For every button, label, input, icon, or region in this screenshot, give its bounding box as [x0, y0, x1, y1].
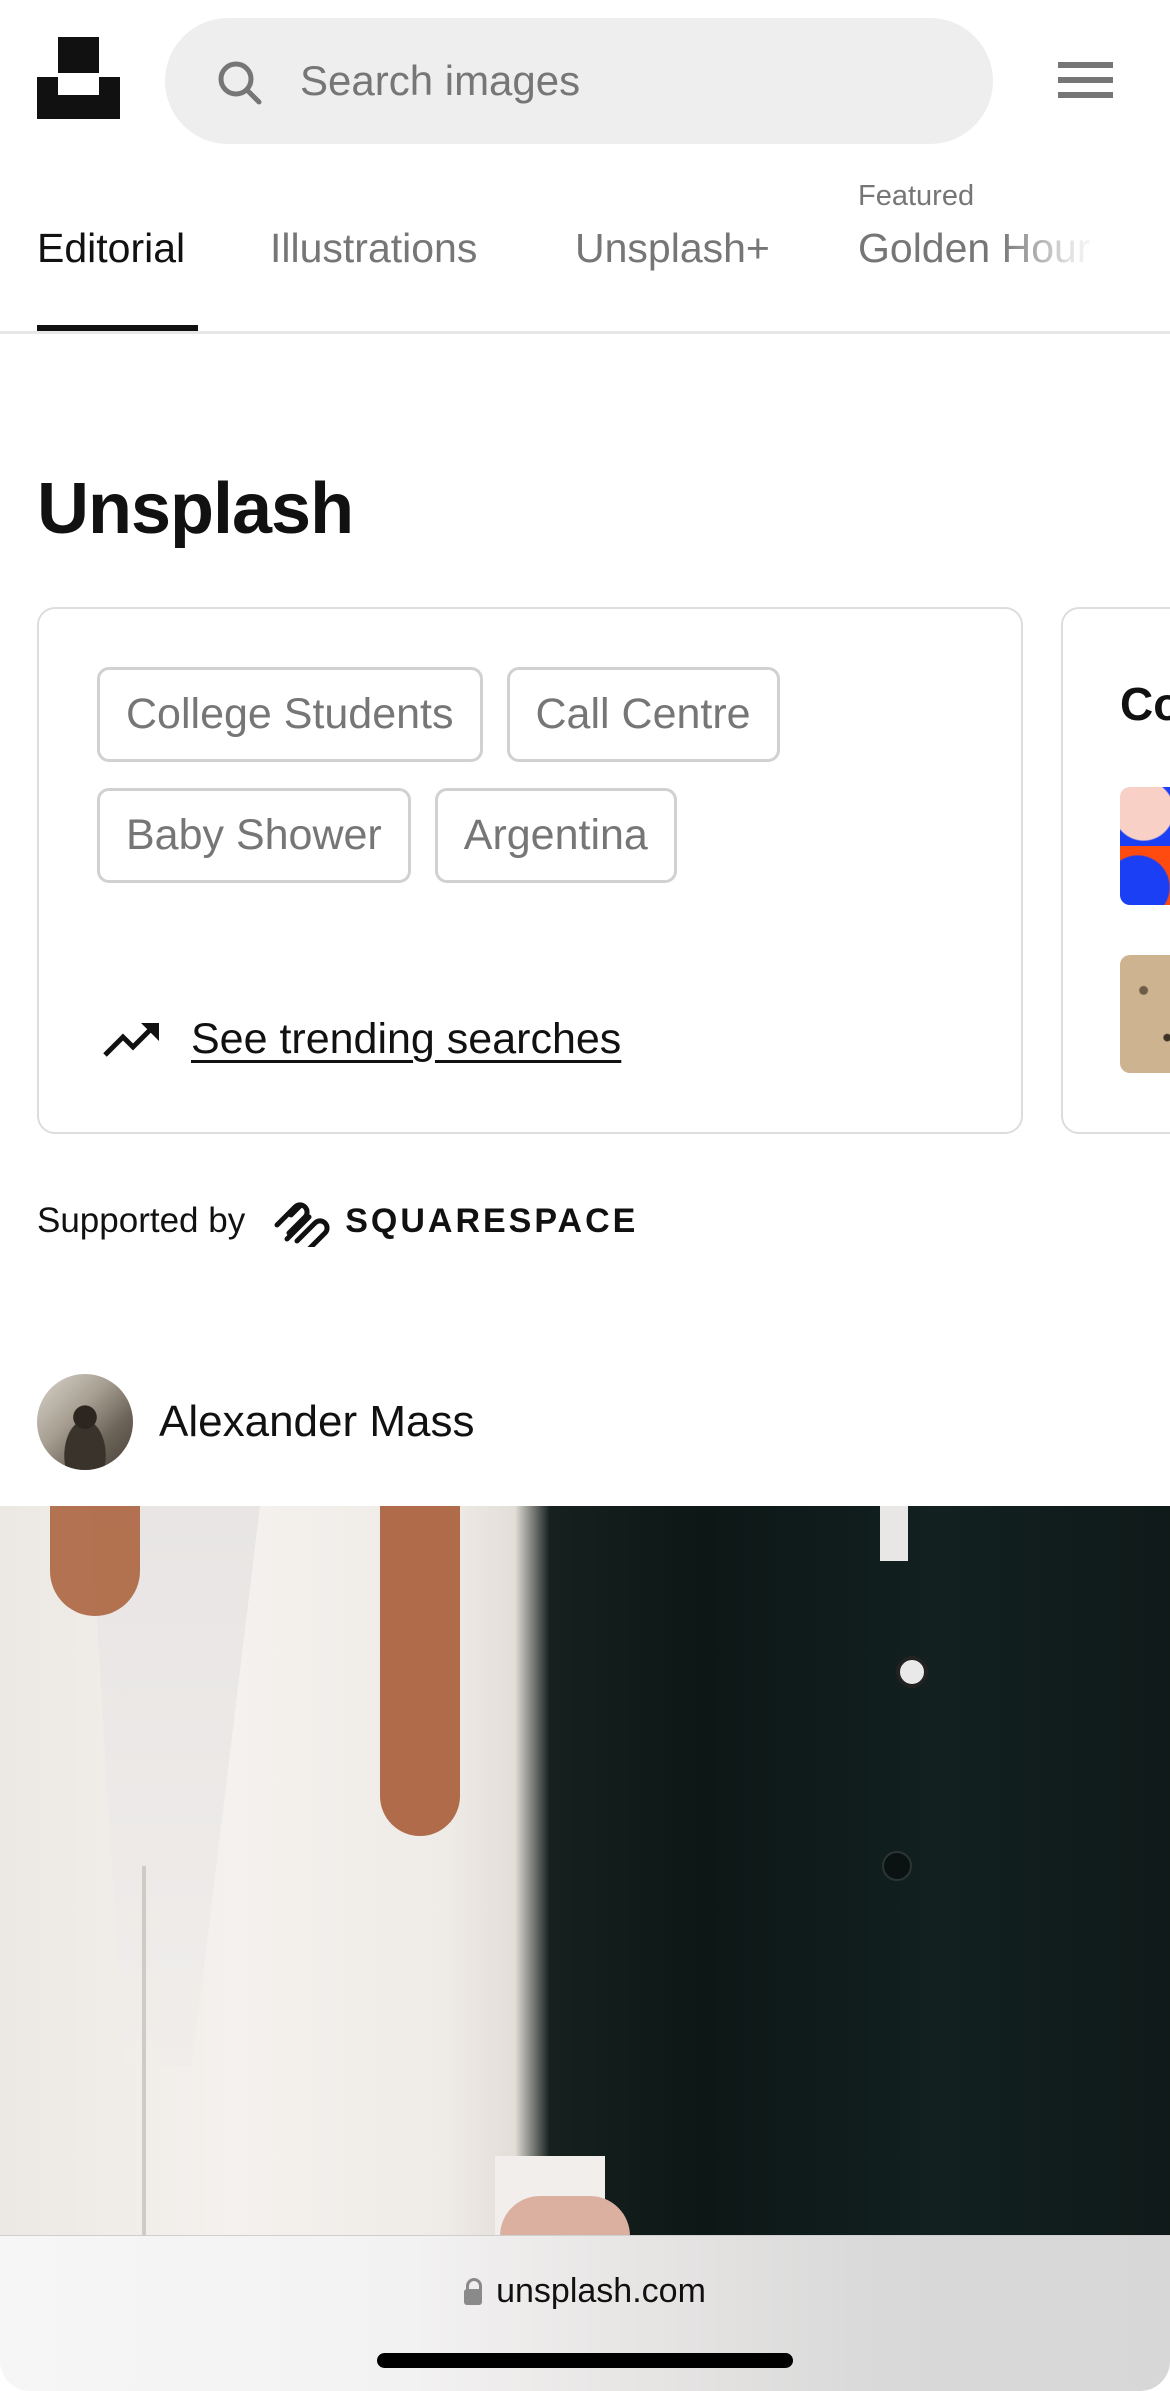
featured-label: Featured: [858, 180, 975, 212]
logo-top-block: [58, 37, 99, 73]
squarespace-logo-icon[interactable]: [269, 1195, 331, 1247]
search-chip[interactable]: Call Centre: [506, 667, 780, 762]
photo-hands: [500, 2196, 630, 2236]
tab-editorial[interactable]: Editorial: [37, 225, 185, 272]
tab-illustrations[interactable]: Illustrations: [270, 225, 477, 272]
photo-hair: [50, 1506, 140, 1616]
photo-hair: [380, 1506, 460, 1836]
url-field[interactable]: unsplash.com: [0, 2272, 1170, 2311]
search-icon: [218, 61, 262, 105]
photo-suit-button: [896, 1656, 928, 1688]
trending-searches-card: College Students Call Centre Baby Shower…: [37, 607, 1023, 1134]
hamburger-menu-icon-bar: [1058, 77, 1113, 83]
hamburger-menu-icon: [1058, 62, 1113, 68]
tab-unsplash-plus[interactable]: Unsplash+: [575, 225, 770, 272]
search-chip[interactable]: Baby Shower: [97, 788, 411, 883]
trending-link-label[interactable]: See trending searches: [191, 1015, 621, 1064]
supported-by-label: Supported by: [37, 1201, 246, 1240]
collections-card[interactable]: Co: [1061, 607, 1170, 1134]
author-name[interactable]: Alexander Mass: [159, 1397, 474, 1447]
photo-suit-button: [882, 1851, 912, 1881]
squarespace-wordmark[interactable]: SQUARESPACE: [345, 1202, 638, 1241]
page-title: Unsplash: [37, 469, 354, 549]
tabs-scroll-fade: [1000, 170, 1170, 330]
photo-author[interactable]: Alexander Mass: [37, 1374, 474, 1470]
logo-bottom-block: [37, 77, 120, 119]
search-bar[interactable]: [165, 18, 993, 144]
search-input[interactable]: [300, 48, 940, 114]
sponsor-row: Supported by SQUARESPACE: [37, 1195, 638, 1247]
search-chips: College Students Call Centre Baby Shower…: [97, 667, 957, 883]
hamburger-menu-icon-bar: [1058, 92, 1113, 98]
topic-tabs: Editorial Illustrations Unsplash+ Featur…: [0, 170, 1170, 334]
home-indicator[interactable]: [377, 2353, 793, 2368]
trending-up-icon: [103, 1023, 159, 1057]
url-text[interactable]: unsplash.com: [496, 2272, 706, 2311]
browser-address-bar: unsplash.com: [0, 2235, 1170, 2391]
glitter-texture-thumbnail[interactable]: [1120, 955, 1170, 1073]
hamburger-menu-button[interactable]: [1050, 52, 1122, 108]
unsplash-logo[interactable]: [37, 37, 120, 119]
photo-zipper: [142, 1866, 146, 2236]
lock-icon: [464, 2277, 483, 2306]
feed-photo[interactable]: [0, 1506, 1170, 2236]
avatar[interactable]: [37, 1374, 133, 1470]
photo-shirt: [880, 1506, 908, 1561]
see-trending-searches-link[interactable]: See trending searches: [101, 1009, 621, 1069]
geometric-pattern-thumbnail[interactable]: [1120, 787, 1170, 905]
search-chip[interactable]: College Students: [97, 667, 483, 762]
collections-card-title: Co: [1120, 678, 1170, 730]
active-tab-indicator: [37, 325, 198, 331]
search-chip[interactable]: Argentina: [434, 788, 677, 883]
